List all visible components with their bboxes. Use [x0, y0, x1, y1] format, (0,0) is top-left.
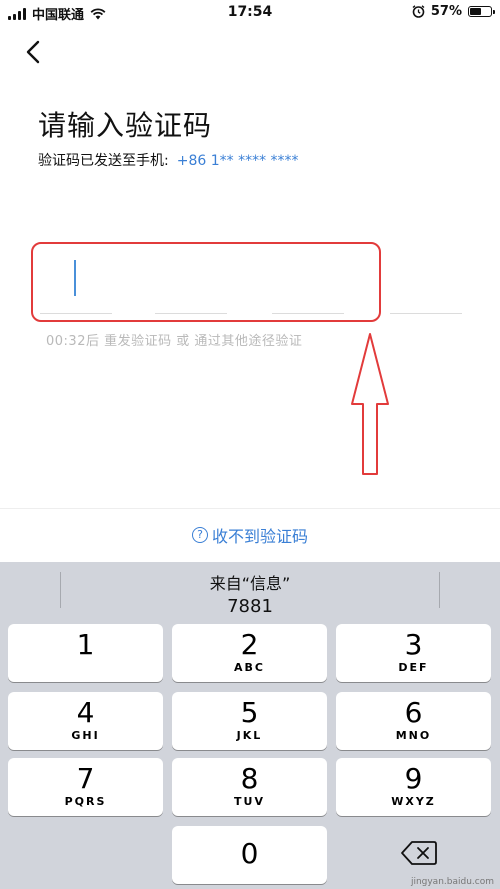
code-slot[interactable]: [390, 255, 462, 314]
key-number: 9: [404, 762, 423, 795]
suggestion-source: 来自“信息”: [209, 574, 291, 593]
key-number: 1: [76, 628, 95, 661]
battery-fill: [470, 8, 481, 15]
key-0[interactable]: 0: [172, 826, 327, 884]
key-3[interactable]: 3 DEF: [336, 624, 491, 682]
key-2[interactable]: 2 ABC: [172, 624, 327, 682]
no-code-help-link[interactable]: ? 收不到验证码: [0, 523, 500, 547]
page-title: 请输入验证码: [38, 109, 213, 142]
battery-percent: 57%: [430, 4, 462, 19]
battery-icon: [468, 6, 495, 17]
resend-countdown[interactable]: 00:32后 重发验证码 或 通过其他途径验证: [46, 330, 302, 349]
suggestion-code: 7881: [227, 596, 273, 617]
key-letters: JKL: [236, 729, 263, 742]
text-caret: [74, 260, 76, 296]
key-letters: PQRS: [64, 795, 107, 808]
key-number: 0: [240, 837, 259, 870]
help-area: ? 收不到验证码: [0, 508, 500, 563]
status-right: 57%: [412, 4, 495, 19]
key-letters: TUV: [234, 795, 265, 808]
code-slot[interactable]: [272, 255, 344, 314]
code-slot[interactable]: [40, 255, 112, 314]
alarm-icon: [412, 5, 425, 18]
key-6[interactable]: 6 MNO: [336, 692, 491, 750]
key-letters: DEF: [398, 661, 429, 674]
subtitle-text: 验证码已发送至手机:: [38, 153, 169, 169]
key-number: 6: [404, 696, 423, 729]
key-number: 8: [240, 762, 259, 795]
back-chevron-icon[interactable]: [22, 38, 48, 66]
code-slot[interactable]: [155, 255, 227, 314]
key-8[interactable]: 8 TUV: [172, 758, 327, 816]
watermark: jingyan.baidu.com: [410, 877, 494, 887]
key-number: 7: [76, 762, 95, 795]
key-7[interactable]: 7 PQRS: [8, 758, 163, 816]
key-letters: WXYZ: [391, 795, 436, 808]
status-bar: 中国联通 17:54 57%: [0, 0, 500, 26]
key-5[interactable]: 5 JKL: [172, 692, 327, 750]
code-input[interactable]: [40, 255, 462, 315]
key-4[interactable]: 4 GHI: [8, 692, 163, 750]
phone-number: +86 1** **** ****: [176, 153, 299, 169]
key-number: 3: [404, 628, 423, 661]
key-letters: GHI: [71, 729, 100, 742]
key-letters: ABC: [234, 661, 265, 674]
key-letters: MNO: [395, 729, 432, 742]
key-number: 2: [240, 628, 259, 661]
sms-code-suggestion[interactable]: 来自“信息” 7881: [60, 566, 440, 617]
key-number: 4: [76, 696, 95, 729]
page-subtitle: 验证码已发送至手机: +86 1** **** ****: [38, 150, 299, 170]
annotation-up-arrow-icon: [351, 333, 389, 475]
backspace-icon[interactable]: [400, 838, 438, 868]
help-text: 收不到验证码: [211, 527, 308, 546]
key-9[interactable]: 9 WXYZ: [336, 758, 491, 816]
question-circle-icon: ?: [191, 527, 208, 543]
key-1[interactable]: 1: [8, 624, 163, 682]
key-number: 5: [240, 696, 259, 729]
